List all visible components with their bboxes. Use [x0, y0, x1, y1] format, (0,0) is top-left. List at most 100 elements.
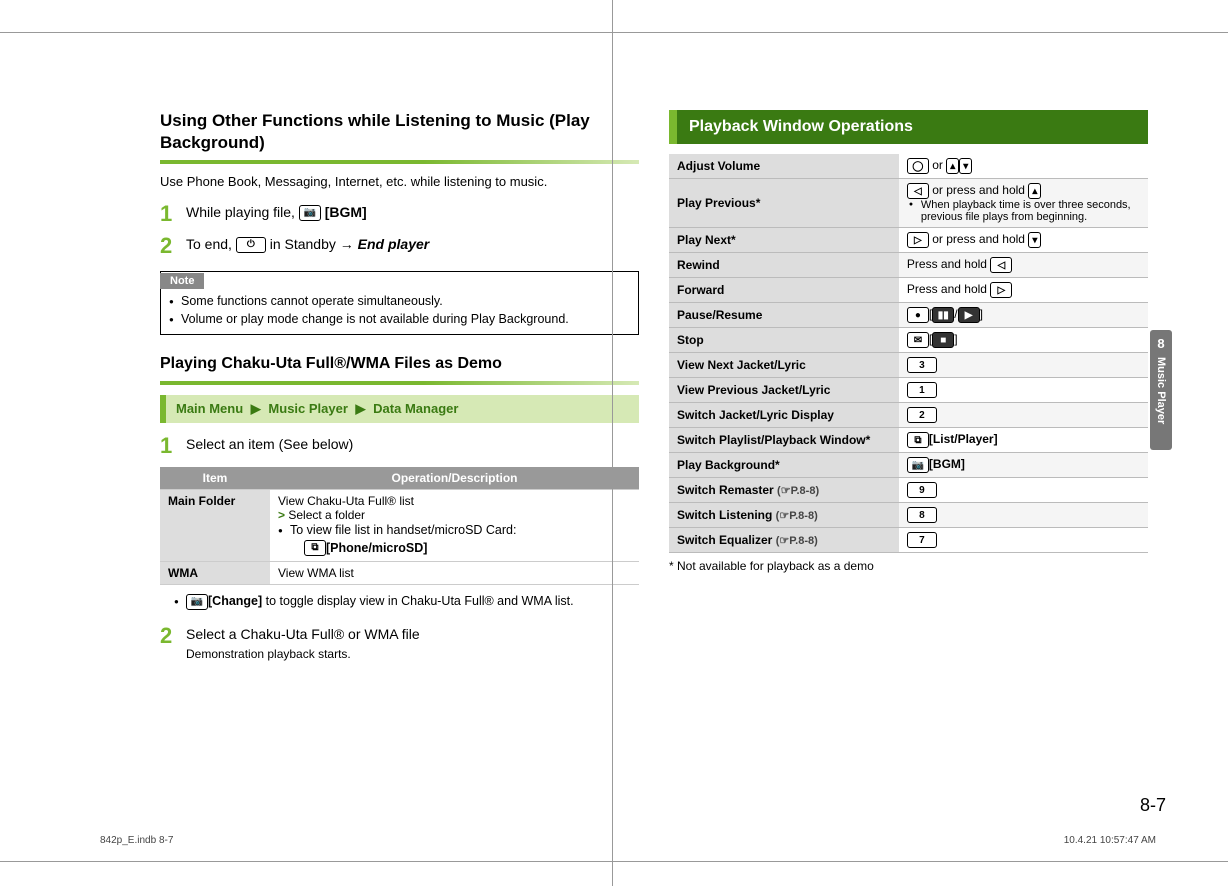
note-box: Note Some functions cannot operate simul… [160, 271, 639, 335]
footnote: * Not available for playback as a demo [669, 559, 1148, 573]
op-label: View Previous Jacket/Lyric [669, 378, 899, 403]
dot-icon: ● [907, 307, 929, 323]
table-row: Pause/Resume●[▮▮/▶] [669, 303, 1148, 328]
stop-icon: ■ [932, 332, 954, 348]
up-icon: ▴ [1028, 183, 1041, 199]
desc-line: View Chaku-Uta Full® list [278, 494, 631, 508]
table-row: WMA View WMA list [160, 562, 639, 585]
note-label: Note [160, 273, 204, 289]
section-playback-ops: Playback Window Operations [669, 110, 1148, 144]
step3-text: Select an item (See below) [186, 435, 353, 455]
page-number: 8-7 [1140, 795, 1166, 816]
op-value: 7 [899, 528, 1148, 553]
table-row: RewindPress and hold ◁ [669, 253, 1148, 278]
step-2b: 2 Select a Chaku-Uta Full® or WMA file D… [160, 625, 639, 663]
step-1b: 1 Select an item (See below) [160, 435, 639, 457]
page-ref: (☞P.8-8) [777, 485, 819, 497]
desc-line: Select a folder [288, 508, 365, 522]
up-icon: ▴ [946, 158, 959, 174]
op-subnote: When playback time is over three seconds… [907, 199, 1140, 223]
side-tab-num: 8 [1157, 336, 1164, 351]
table-row: Switch Listening (☞P.8-8)8 [669, 503, 1148, 528]
note-item: Volume or play mode change is not availa… [169, 311, 630, 329]
th-item: Item [160, 467, 270, 490]
page-ref: (☞P.8-8) [776, 510, 818, 522]
table-row: Switch Remaster (☞P.8-8) 9 [669, 478, 1148, 503]
table-row: ForwardPress and hold ▷ [669, 278, 1148, 303]
numkey-1: 1 [907, 382, 937, 398]
op-value: 8 [899, 503, 1148, 528]
op-label: Play Previous* [669, 179, 899, 228]
cell-item: Main Folder [160, 490, 270, 562]
breadcrumb-item: Data Manager [373, 401, 458, 416]
cell-desc: View WMA list [270, 562, 639, 585]
op-label: Rewind [669, 253, 899, 278]
side-tab: 8 Music Player [1150, 330, 1172, 450]
step-2: 2 To end, ⏻ in Standby → End player [160, 235, 639, 257]
camera-icon: 📷 [907, 457, 929, 473]
side-tab-label: Music Player [1155, 357, 1167, 424]
cell-desc: View Chaku-Uta Full® list > Select a fol… [270, 490, 639, 562]
table-row: Switch Playlist/Playback Window*⧉[List/P… [669, 428, 1148, 453]
tv-icon: ⧉ [304, 540, 326, 556]
subtitle: Use Phone Book, Messaging, Internet, etc… [160, 174, 639, 189]
heading-play-background: Using Other Functions while Listening to… [160, 110, 639, 154]
end-player: End player [358, 236, 430, 252]
op-label: Pause/Resume [669, 303, 899, 328]
table-row: Switch Jacket/Lyric Display2 [669, 403, 1148, 428]
change-text: to toggle display view in Chaku-Uta Full… [262, 594, 573, 608]
chevron-icon: > [278, 508, 288, 522]
step4-text: Select a Chaku-Uta Full® or WMA file [186, 625, 420, 645]
numkey-3: 3 [907, 357, 937, 373]
op-label: Switch Remaster (☞P.8-8) [669, 478, 899, 503]
operations-table: Adjust Volume◯ or ▴▾Play Previous*◁ or p… [669, 154, 1148, 553]
change-note: 📷[Change] to toggle display view in Chak… [174, 593, 639, 611]
table-row: View Previous Jacket/Lyric 1 [669, 378, 1148, 403]
op-value: 3 [899, 353, 1148, 378]
camera-icon: 📷 [186, 594, 208, 610]
op-label: Switch Equalizer (☞P.8-8) [669, 528, 899, 553]
table-row: Main Folder View Chaku-Uta Full® list > … [160, 490, 639, 562]
step1-text: While playing file, [186, 204, 299, 220]
op-value: 1 [899, 378, 1148, 403]
right-icon: ▷ [907, 232, 929, 248]
chevron-right-icon: ▶ [356, 401, 366, 416]
numkey-8: 8 [907, 507, 937, 523]
numkey-7: 7 [907, 532, 937, 548]
op-value: 📷[BGM] [899, 453, 1148, 478]
op-label: Play Background* [669, 453, 899, 478]
op-value: ●[▮▮/▶] [899, 303, 1148, 328]
down-icon: ▾ [959, 158, 972, 174]
numkey-9: 9 [907, 482, 937, 498]
divider [160, 160, 639, 164]
left-icon: ◁ [990, 257, 1012, 273]
numkey-2: 2 [907, 407, 937, 423]
end-key-icon: ⏻ [236, 237, 266, 253]
desc-key: [Phone/microSD] [326, 541, 427, 555]
op-value: ⧉[List/Player] [899, 428, 1148, 453]
op-value: ✉[■] [899, 328, 1148, 353]
table-row: Stop✉[■] [669, 328, 1148, 353]
breadcrumb-item: Music Player [268, 401, 348, 416]
op-value: ▷ or press and hold ▾ [899, 228, 1148, 253]
footer-left: 842p_E.indb 8-7 [100, 835, 173, 846]
op-value: 9 [899, 478, 1148, 503]
tv-icon: ⧉ [907, 432, 929, 448]
table-row: Play Background*📷[BGM] [669, 453, 1148, 478]
op-value: Press and hold ▷ [899, 278, 1148, 303]
change-key: [Change] [208, 594, 262, 608]
camera-icon: 📷 [299, 205, 321, 221]
step2-a: To end, [186, 236, 236, 252]
left-icon: ◁ [907, 183, 929, 199]
note-item: Some functions cannot operate simultaneo… [169, 293, 630, 311]
table-row: Play Previous*◁ or press and hold ▴When … [669, 179, 1148, 228]
step2-b: in Standby → [270, 236, 358, 252]
key-label: [BGM] [929, 457, 965, 471]
op-value: ◯ or ▴▾ [899, 154, 1148, 179]
page-ref: (☞P.8-8) [776, 535, 818, 547]
op-value: 2 [899, 403, 1148, 428]
breadcrumb-item: Main Menu [176, 401, 243, 416]
op-value: Press and hold ◁ [899, 253, 1148, 278]
cell-item: WMA [160, 562, 270, 585]
op-label: Adjust Volume [669, 154, 899, 179]
